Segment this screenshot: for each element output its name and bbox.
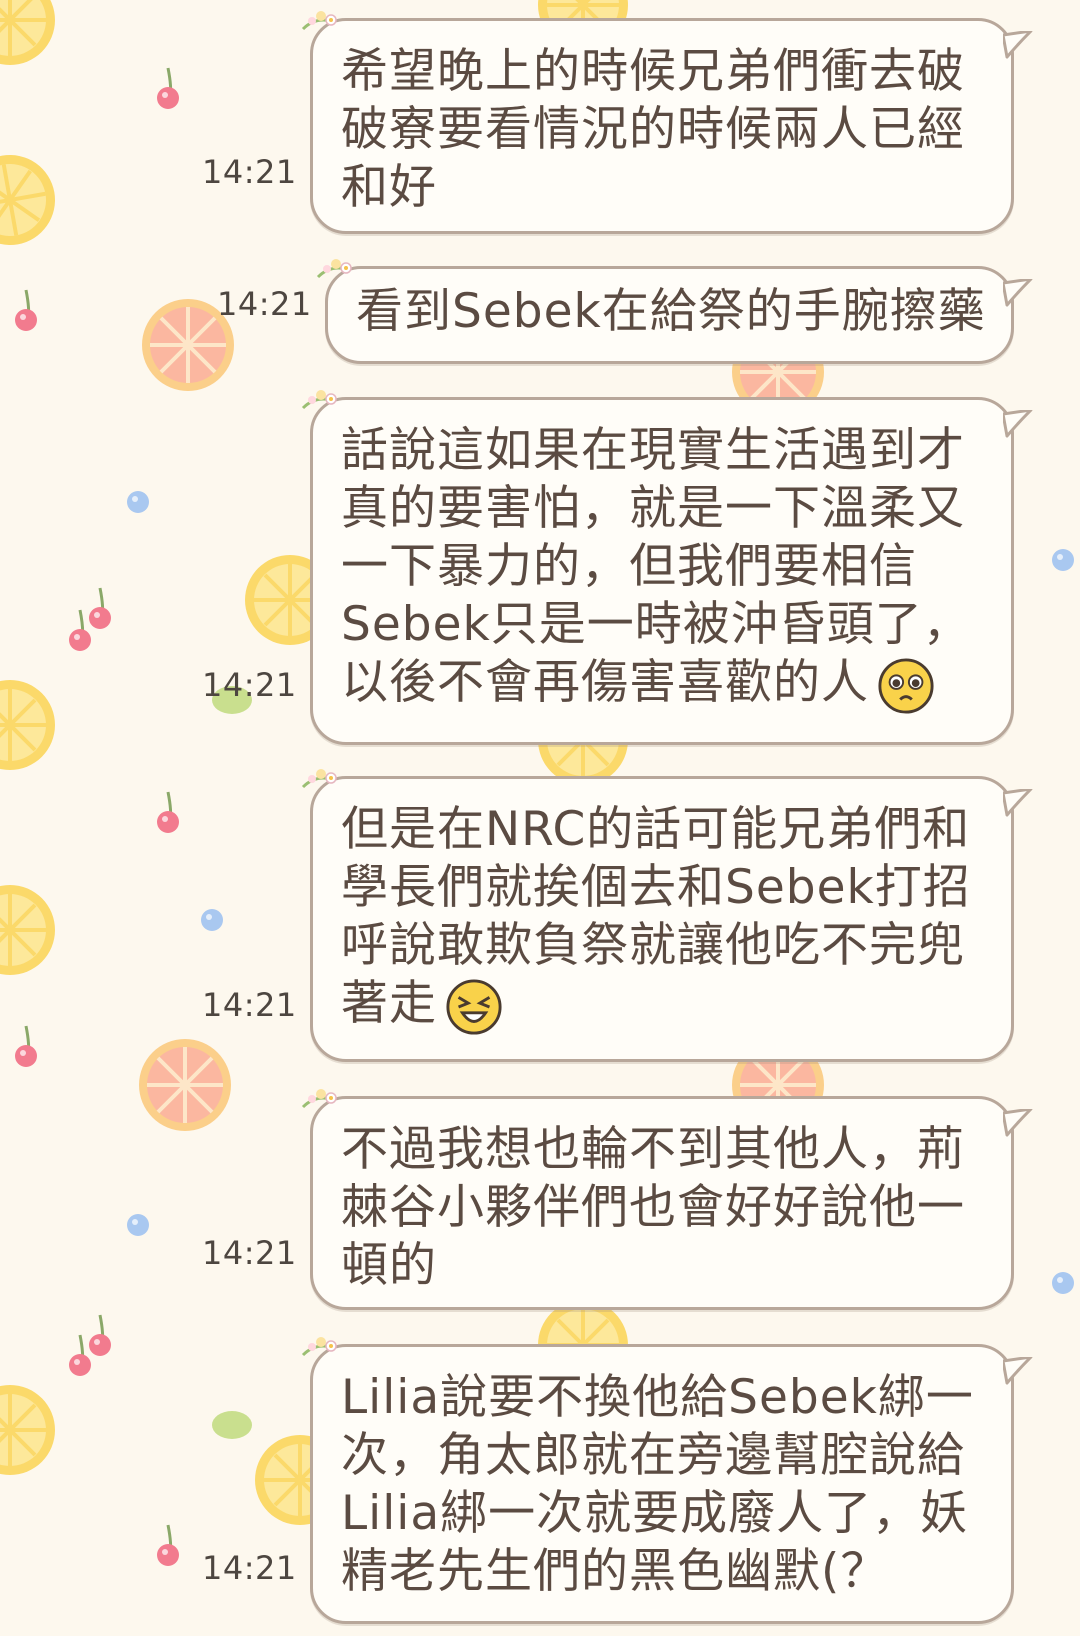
flower-decoration-icon [301,1333,341,1363]
bubble-tail [1001,787,1033,819]
laughing-face-icon [445,978,503,1036]
message-timestamp: 14:21 [217,285,312,323]
message-bubble[interactable]: 話說這如果在現實生活遇到才 真的要害怕，就是一下溫柔又 一下暴力的，但我們要相信… [301,390,1033,745]
message-text: 但是在NRC的話可能兄弟們和 學長們就挨個去和Sebek打招 呼說敢欺負祭就讓他… [341,802,971,1031]
message-bubble[interactable]: 看到Sebek在給祭的手腕擦藥 [316,259,1033,364]
message-bubble[interactable]: 但是在NRC的話可能兄弟們和 學長們就挨個去和Sebek打招 呼說敢欺負祭就讓他… [301,769,1033,1062]
flower-decoration-icon [301,386,341,416]
flower-decoration-icon [301,7,341,37]
message-timestamp: 14:21 [202,153,297,191]
bubble-tail [1001,408,1033,440]
flower-decoration-icon [301,1085,341,1115]
message-text: Lilia說要不換他給Sebek綁一 次，角太郎就在旁邊幫腔說給 Lilia綁一… [341,1370,974,1599]
message-timestamp: 14:21 [202,1549,297,1587]
message-timestamp: 14:21 [202,986,297,1024]
bubble-tail [1001,1107,1033,1139]
message-text: 看到Sebek在給祭的手腕擦藥 [356,284,986,339]
message-text: 希望晚上的時候兄弟們衝去破 破寮要看情況的時候兩人已經 和好 [341,44,965,215]
flower-decoration-icon [301,765,341,795]
message-timestamp: 14:21 [202,666,297,704]
pleading-face-icon [877,657,935,715]
message-bubble[interactable]: 希望晚上的時候兄弟們衝去破 破寮要看情況的時候兩人已經 和好 [301,11,1033,234]
bubble-tail [1001,1355,1033,1387]
message-text: 不過我想也輪不到其他人，荊 棘谷小夥伴們也會好好說他一 頓的 [341,1122,965,1293]
message-timestamp: 14:21 [202,1234,297,1272]
bubble-tail [1001,29,1033,61]
bubble-tail [1001,277,1033,309]
message-bubble[interactable]: Lilia說要不換他給Sebek綁一 次，角太郎就在旁邊幫腔說給 Lilia綁一… [301,1337,1033,1624]
flower-decoration-icon [316,255,356,285]
message-bubble[interactable]: 不過我想也輪不到其他人，荊 棘谷小夥伴們也會好好說他一 頓的 [301,1089,1033,1310]
